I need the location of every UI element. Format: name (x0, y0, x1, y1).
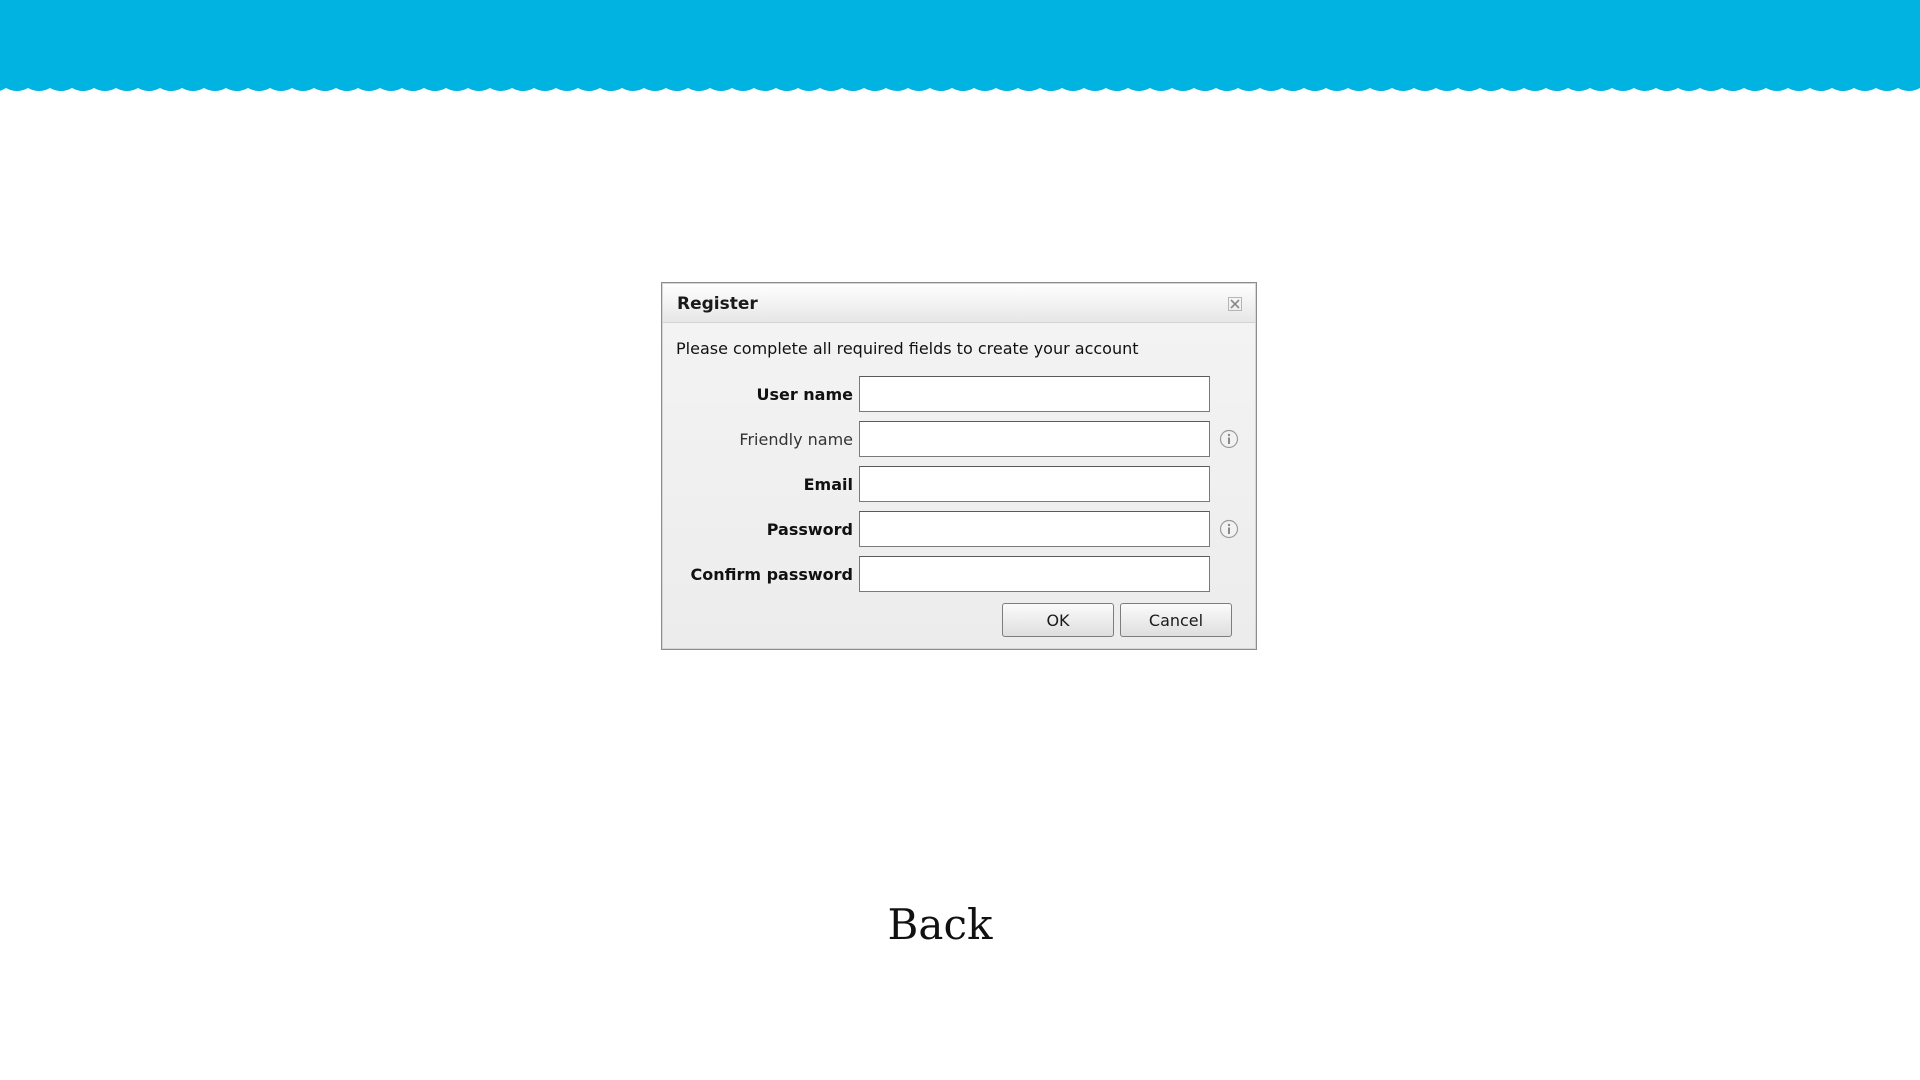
register-dialog: Register Please complete all required fi… (661, 282, 1257, 650)
user-name-input[interactable] (859, 376, 1210, 412)
page: Register Please complete all required fi… (0, 0, 1920, 1080)
friendly-name-input[interactable] (859, 421, 1210, 457)
back-link[interactable]: Back (0, 900, 1880, 949)
form-row-email: Email (662, 466, 1256, 504)
info-icon[interactable] (1219, 519, 1239, 539)
confirm-password-input[interactable] (859, 556, 1210, 592)
cancel-button[interactable]: Cancel (1120, 603, 1232, 637)
password-input[interactable] (859, 511, 1210, 547)
form-row-confirm-password: Confirm password (662, 556, 1256, 594)
friendly-name-label: Friendly name (739, 430, 853, 449)
dialog-title: Register (677, 294, 758, 314)
user-name-label: User name (756, 385, 853, 404)
email-label: Email (803, 475, 853, 494)
email-input[interactable] (859, 466, 1210, 502)
password-label: Password (766, 520, 853, 539)
info-icon[interactable] (1219, 429, 1239, 449)
dialog-titlebar: Register (663, 284, 1255, 323)
confirm-password-label: Confirm password (690, 565, 853, 584)
form-row-password: Password (662, 511, 1256, 549)
ok-button[interactable]: OK (1002, 603, 1114, 637)
form-row-user-name: User name (662, 376, 1256, 414)
top-banner (0, 0, 1920, 96)
close-icon[interactable] (1228, 296, 1242, 311)
form-row-friendly-name: Friendly name (662, 421, 1256, 459)
dialog-instructions: Please complete all required fields to c… (676, 339, 1139, 358)
